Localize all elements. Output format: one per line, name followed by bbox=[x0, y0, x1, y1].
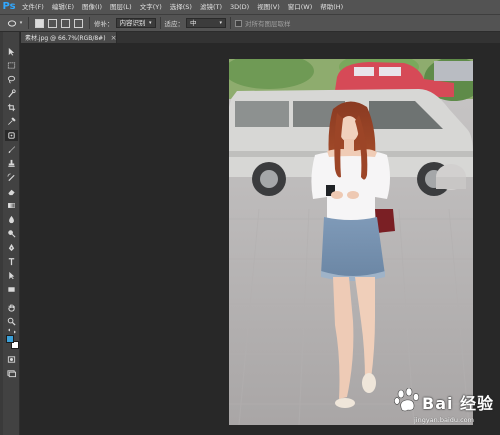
menu-image[interactable]: 图像(I) bbox=[78, 0, 106, 14]
watermark-url: jingyan.baidu.com bbox=[414, 416, 474, 424]
eraser-tool-icon[interactable] bbox=[5, 186, 18, 197]
crop-tool-icon[interactable] bbox=[5, 102, 18, 113]
divider bbox=[159, 17, 161, 29]
menu-layer[interactable]: 图层(L) bbox=[106, 0, 136, 14]
rectangle-tool-icon[interactable] bbox=[5, 284, 18, 295]
paw-icon bbox=[394, 388, 420, 412]
patch-mode-select[interactable]: 内容识别 ▾ bbox=[115, 18, 156, 28]
menu-filter[interactable]: 滤镜(T) bbox=[196, 0, 226, 14]
baidu-watermark: Bai 经验 jingyan.baidu.com bbox=[392, 388, 496, 428]
patch-tool-icon[interactable] bbox=[5, 130, 18, 141]
divider bbox=[230, 17, 231, 29]
swap-colors-icon[interactable] bbox=[5, 328, 18, 334]
adapt-label: 适应： bbox=[164, 20, 185, 28]
chevron-down-icon: ▾ bbox=[148, 20, 152, 26]
dodge-tool-icon[interactable] bbox=[5, 228, 18, 239]
move-tool-icon[interactable] bbox=[5, 46, 18, 57]
lasso-tool-icon[interactable] bbox=[5, 74, 18, 85]
preset-dropdown-icon[interactable]: ▾ bbox=[18, 18, 24, 29]
document-canvas[interactable] bbox=[21, 43, 500, 435]
document-tab[interactable]: 素材.jpg @ 66.7%(RGB/8#) × bbox=[21, 32, 117, 43]
document-tab-title: 素材.jpg @ 66.7%(RGB/8#) bbox=[25, 35, 106, 42]
menu-3d[interactable]: 3D(D) bbox=[226, 0, 253, 14]
clone-stamp-tool-icon[interactable] bbox=[5, 158, 18, 169]
brush-tool-icon[interactable] bbox=[5, 144, 18, 155]
foreground-color-swatch[interactable] bbox=[6, 335, 14, 343]
menu-edit[interactable]: 编辑(E) bbox=[48, 0, 78, 14]
photoshop-logo: Ps bbox=[2, 1, 16, 12]
adapt-select[interactable]: 中 ▾ bbox=[186, 18, 226, 28]
photoshop-window: Ps 文件(F) 编辑(E) 图像(I) 图层(L) 文字(Y) 选择(S) 滤… bbox=[0, 0, 500, 435]
watermark-brand: Bai 经验 bbox=[422, 394, 495, 413]
blur-tool-icon[interactable] bbox=[5, 214, 18, 225]
divider bbox=[28, 17, 29, 29]
menu-help[interactable]: 帮助(H) bbox=[316, 0, 347, 14]
close-icon[interactable]: × bbox=[111, 34, 117, 42]
divider bbox=[89, 17, 90, 29]
menu-bar: Ps 文件(F) 编辑(E) 图像(I) 图层(L) 文字(Y) 选择(S) 滤… bbox=[0, 0, 500, 14]
options-bar: ▾ 修补： 内容识别 ▾ 适应： 中 ▾ 对所有图层取样 bbox=[0, 14, 500, 32]
subtract-selection-icon[interactable] bbox=[61, 18, 70, 28]
patch-label: 修补： bbox=[94, 20, 114, 28]
zoom-tool-icon[interactable] bbox=[5, 316, 18, 327]
photo-illustration bbox=[229, 59, 473, 425]
hand-tool-icon[interactable] bbox=[5, 302, 18, 313]
new-selection-icon[interactable] bbox=[35, 18, 44, 28]
sample-all-layers-checkbox[interactable] bbox=[235, 19, 242, 27]
chevron-down-icon: ▾ bbox=[219, 20, 222, 26]
adapt-value: 中 bbox=[190, 19, 197, 27]
path-selection-tool-icon[interactable] bbox=[5, 270, 18, 281]
menu-type[interactable]: 文字(Y) bbox=[136, 0, 166, 14]
menu-file[interactable]: 文件(F) bbox=[18, 0, 48, 14]
document-tab-bar: 素材.jpg @ 66.7%(RGB/8#) × bbox=[21, 32, 500, 43]
quick-mask-icon[interactable] bbox=[5, 354, 18, 365]
menu-select[interactable]: 选择(S) bbox=[166, 0, 196, 14]
intersect-selection-icon[interactable] bbox=[74, 18, 83, 28]
tool-preset-icon[interactable] bbox=[6, 18, 18, 29]
eyedropper-tool-icon[interactable] bbox=[5, 116, 18, 127]
photo-image[interactable] bbox=[229, 59, 473, 425]
add-selection-icon[interactable] bbox=[48, 18, 57, 28]
marquee-tool-icon[interactable] bbox=[5, 60, 18, 71]
tools-panel bbox=[3, 32, 20, 435]
quick-selection-tool-icon[interactable] bbox=[5, 88, 18, 99]
type-tool-icon[interactable] bbox=[5, 256, 18, 267]
gradient-tool-icon[interactable] bbox=[5, 200, 18, 211]
menu-view[interactable]: 视图(V) bbox=[253, 0, 284, 14]
screen-mode-icon[interactable] bbox=[5, 368, 18, 379]
patch-mode-value: 内容识别 bbox=[119, 19, 146, 27]
sample-all-layers-label: 对所有图层取样 bbox=[245, 20, 291, 28]
pen-tool-icon[interactable] bbox=[5, 242, 18, 253]
history-brush-tool-icon[interactable] bbox=[5, 172, 18, 183]
menu-window[interactable]: 窗口(W) bbox=[284, 0, 317, 14]
